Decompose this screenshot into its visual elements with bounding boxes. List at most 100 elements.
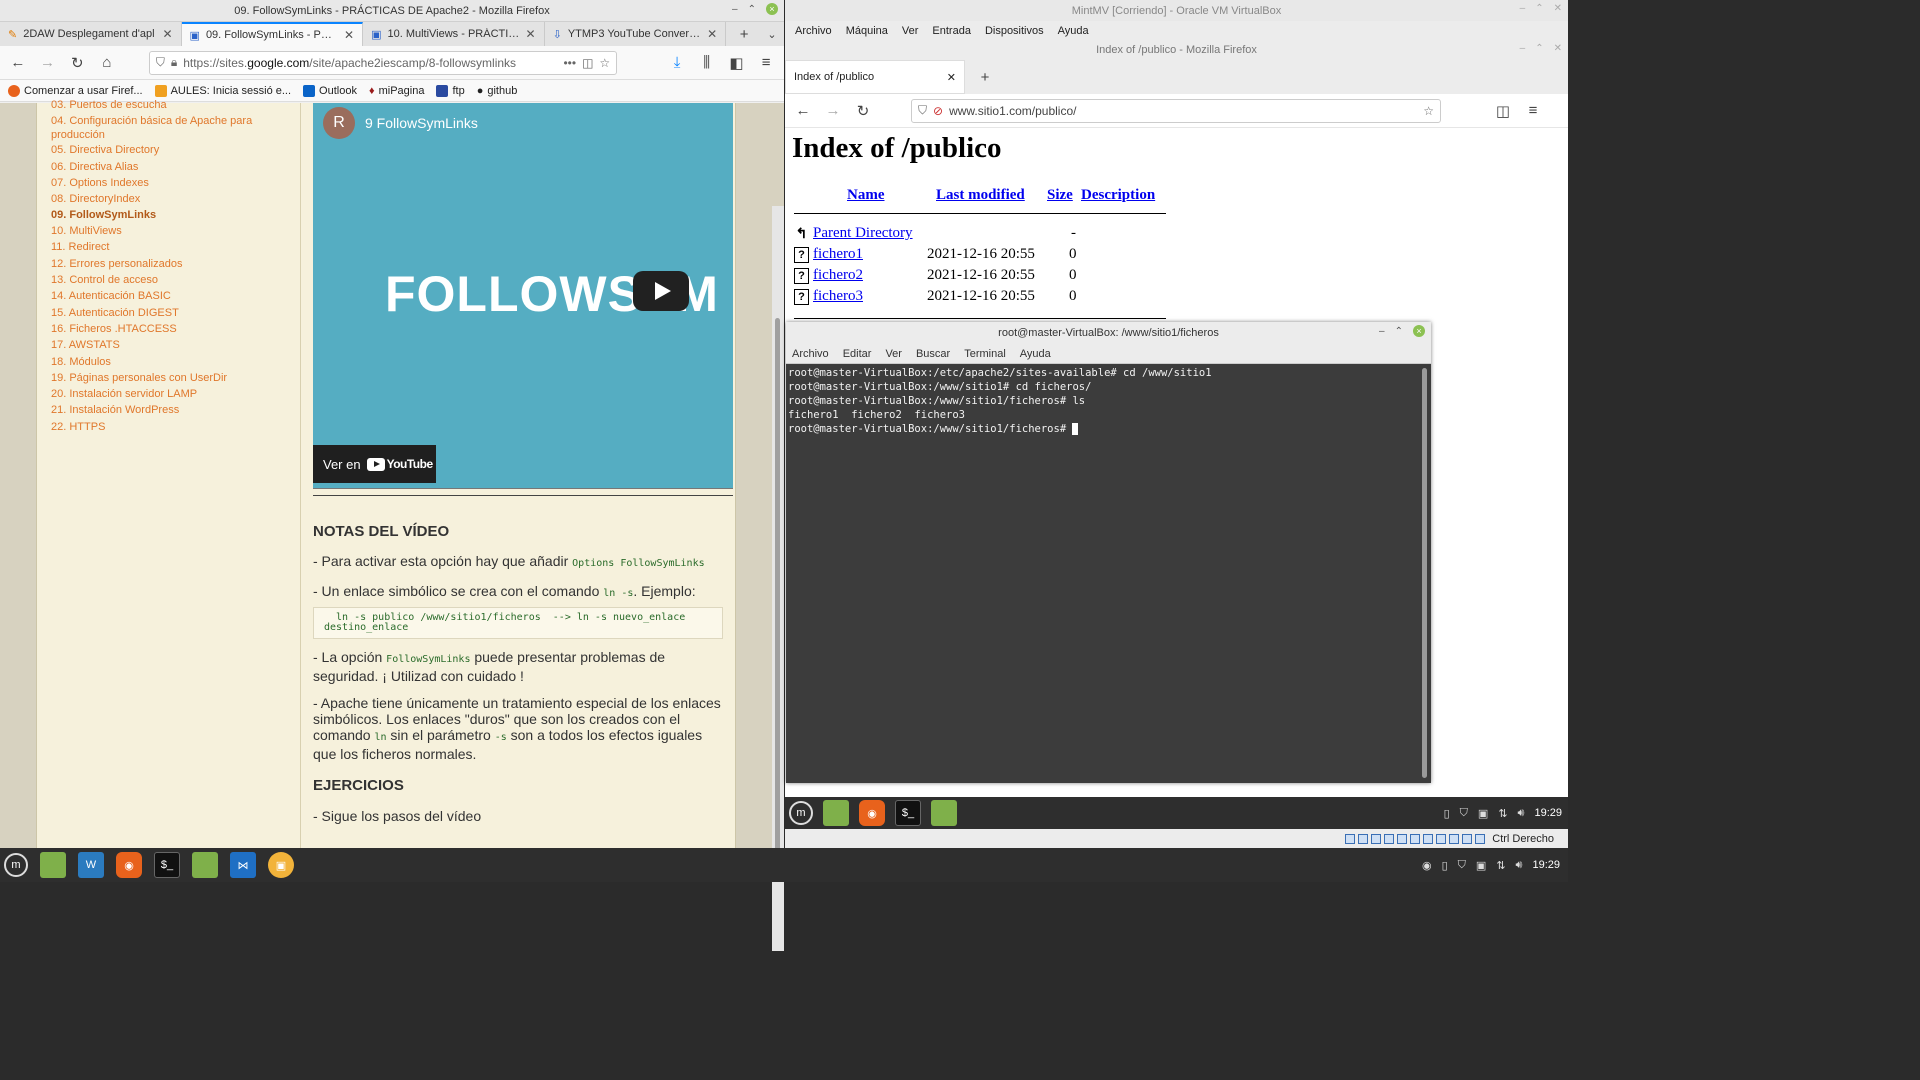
- home-icon[interactable]: ⌂: [95, 51, 119, 75]
- display-icon[interactable]: [1423, 833, 1434, 844]
- tab-followsymlinks[interactable]: ▣ 09. FollowSymLinks - PRÁC ✕: [181, 22, 364, 46]
- sidebar-item-04[interactable]: 04. Configuración básica de Apache para …: [51, 114, 281, 142]
- column-name[interactable]: Name: [847, 187, 885, 204]
- volume-icon[interactable]: 🔊︎: [1516, 859, 1523, 872]
- reload-icon[interactable]: ↻: [851, 99, 875, 123]
- guest-clock[interactable]: 19:29: [1534, 807, 1562, 819]
- firefox-icon[interactable]: ◉: [859, 800, 885, 826]
- terminal-icon[interactable]: $_: [154, 852, 180, 878]
- new-tab-button[interactable]: +: [973, 65, 997, 89]
- close-icon[interactable]: ×: [766, 3, 778, 15]
- reload-icon[interactable]: ↻: [65, 51, 89, 75]
- watch-on-youtube-button[interactable]: Ver en YouTube: [313, 445, 436, 483]
- menu-archivo[interactable]: Archivo: [792, 348, 829, 360]
- shield-icon[interactable]: ⛉: [918, 103, 927, 118]
- tab-index-publico[interactable]: Index of /publico ✕: [785, 60, 965, 94]
- url-bar[interactable]: ⛉ 🔒︎ https://sites.google.com/site/apach…: [148, 50, 618, 75]
- workbench-icon[interactable]: W: [78, 852, 104, 878]
- file-link[interactable]: fichero1: [813, 246, 863, 263]
- shield-icon[interactable]: ⛉: [156, 55, 165, 70]
- parent-directory-link[interactable]: Parent Directory: [813, 225, 913, 242]
- terminal-scrollbar[interactable]: [1422, 368, 1427, 778]
- files-icon[interactable]: [40, 852, 66, 878]
- lock-icon[interactable]: 🔒︎: [171, 55, 177, 70]
- channel-avatar[interactable]: R: [323, 107, 355, 139]
- minimize-icon[interactable]: –: [1379, 326, 1385, 337]
- insecure-icon[interactable]: ⊘: [933, 104, 943, 118]
- tab-close-icon[interactable]: ✕: [162, 27, 172, 41]
- sidebar-item-08[interactable]: 08. DirectoryIndex: [51, 192, 281, 206]
- menu-dispositivos[interactable]: Dispositivos: [985, 25, 1044, 37]
- tab-close-icon[interactable]: ✕: [947, 71, 956, 84]
- sidebar-item-03[interactable]: 03. Puertos de escucha: [51, 98, 281, 112]
- update-icon[interactable]: ▣: [1478, 807, 1488, 820]
- back-icon[interactable]: ←: [6, 51, 30, 75]
- sidebar-item-22[interactable]: 22. HTTPS: [51, 420, 281, 434]
- forward-icon[interactable]: →: [821, 99, 845, 123]
- sidebar-item-16[interactable]: 16. Ficheros .HTACCESS: [51, 322, 281, 336]
- menu-ayuda[interactable]: Ayuda: [1058, 25, 1089, 37]
- menu-editar[interactable]: Editar: [843, 348, 872, 360]
- hdd-icon[interactable]: [1345, 833, 1356, 844]
- maximize-icon[interactable]: ⌃: [1535, 43, 1543, 54]
- clipboard-icon[interactable]: ▯: [1442, 859, 1448, 872]
- shield-icon[interactable]: ⛉: [1460, 807, 1468, 820]
- sidebar-item-20[interactable]: 20. Instalación servidor LAMP: [51, 387, 281, 401]
- tab-ytmp3[interactable]: ⇩ YTMP3 YouTube Converter ✕: [545, 22, 727, 46]
- volume-icon[interactable]: 🔊︎: [1518, 807, 1525, 820]
- column-description[interactable]: Description: [1081, 187, 1155, 204]
- network-icon[interactable]: ⇅: [1498, 807, 1507, 820]
- recording-icon[interactable]: [1436, 833, 1447, 844]
- tab-close-icon[interactable]: ✕: [344, 28, 354, 42]
- tab-multiviews[interactable]: ▣ 10. MultiViews - PRÁCTICA ✕: [363, 22, 545, 46]
- menu-entrada[interactable]: Entrada: [932, 25, 971, 37]
- bookmark-aules[interactable]: AULES: Inicia sessió e...: [154, 84, 291, 97]
- sidebar-item-06[interactable]: 06. Directiva Alias: [51, 160, 281, 174]
- files-icon[interactable]: [823, 800, 849, 826]
- audio-icon[interactable]: [1371, 833, 1382, 844]
- forward-icon[interactable]: →: [36, 51, 60, 75]
- shared-folders-icon[interactable]: [1410, 833, 1421, 844]
- play-button[interactable]: [633, 271, 689, 311]
- maximize-icon[interactable]: ⌃: [748, 4, 756, 15]
- network-status-icon[interactable]: [1384, 833, 1395, 844]
- tab-close-icon[interactable]: ✕: [707, 27, 717, 41]
- library-icon[interactable]: ⫼: [695, 51, 719, 75]
- terminal-output[interactable]: root@master-VirtualBox:/etc/apache2/site…: [786, 364, 1431, 438]
- sidebar-item-14[interactable]: 14. Autenticación BASIC: [51, 289, 281, 303]
- bookmark-star-icon[interactable]: ☆: [1423, 104, 1434, 118]
- minimize-icon[interactable]: –: [732, 4, 738, 15]
- sidebar-item-13[interactable]: 13. Control de acceso: [51, 273, 281, 287]
- menu-buscar[interactable]: Buscar: [916, 348, 950, 360]
- close-icon[interactable]: ✕: [1554, 3, 1562, 14]
- terminal-window[interactable]: root@master-VirtualBox: /www/sitio1/fich…: [786, 322, 1431, 783]
- scrollbar-thumb[interactable]: [775, 318, 780, 870]
- pocket-icon[interactable]: ◫: [1491, 99, 1515, 123]
- menu-terminal[interactable]: Terminal: [964, 348, 1006, 360]
- vscode-icon[interactable]: ⋈: [230, 852, 256, 878]
- menu-ver[interactable]: Ver: [902, 25, 919, 37]
- sidebar-item-05[interactable]: 05. Directiva Directory: [51, 143, 281, 157]
- clipboard-icon[interactable]: ▯: [1444, 807, 1450, 820]
- file-link[interactable]: fichero3: [813, 288, 863, 305]
- close-icon[interactable]: ✕: [1554, 43, 1562, 54]
- column-last-modified[interactable]: Last modified: [936, 187, 1025, 204]
- tab-2daw[interactable]: ✎ 2DAW Desplegament d'apl ✕: [0, 22, 182, 46]
- video-title[interactable]: 9 FollowSymLinks: [365, 115, 478, 131]
- host-clock[interactable]: 19:29: [1532, 859, 1560, 871]
- column-size[interactable]: Size: [1047, 187, 1073, 204]
- tab-list-icon[interactable]: ⌄: [760, 22, 784, 46]
- eye-icon[interactable]: ◉: [1422, 859, 1432, 872]
- menu-archivo[interactable]: Archivo: [795, 25, 832, 37]
- shield-icon[interactable]: ⛉: [1458, 859, 1466, 872]
- sidebar-item-12[interactable]: 12. Errores personalizados: [51, 257, 281, 271]
- folder-icon[interactable]: [192, 852, 218, 878]
- file-link[interactable]: fichero2: [813, 267, 863, 284]
- mint-menu-icon[interactable]: m: [789, 801, 813, 825]
- page-scrollbar[interactable]: [772, 206, 784, 951]
- mint-menu-icon[interactable]: m: [4, 853, 28, 877]
- bookmark-mipagina[interactable]: ♦ miPagina: [369, 85, 424, 97]
- folder-icon[interactable]: [931, 800, 957, 826]
- minimize-icon[interactable]: –: [1520, 43, 1526, 54]
- sidebar-item-18[interactable]: 18. Módulos: [51, 355, 281, 369]
